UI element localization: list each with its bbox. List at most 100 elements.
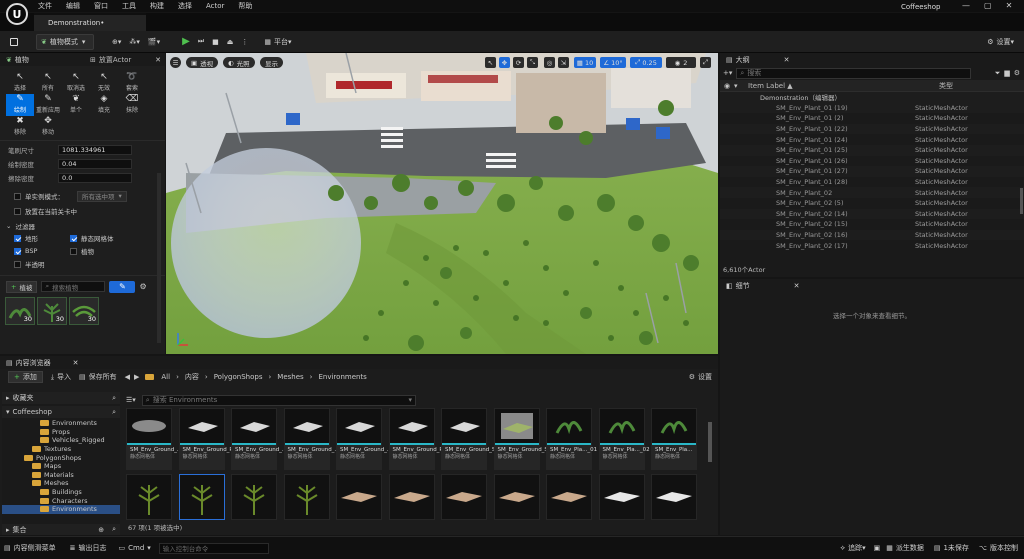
platform-button[interactable]: ▦ 平台 ▾ bbox=[260, 34, 295, 50]
outliner-row[interactable]: SM_Env_Plant_01 (2) StaticMeshActor bbox=[720, 113, 1024, 124]
add-icon[interactable]: +▾ bbox=[723, 69, 732, 77]
tool-paint[interactable]: ✎ 绘制 bbox=[6, 94, 34, 116]
breadcrumb-polygonshops[interactable]: PolygonShops bbox=[214, 373, 263, 381]
world-space-icon[interactable]: ◎ bbox=[544, 57, 555, 68]
perspective-button[interactable]: ▣ 透视 bbox=[186, 57, 219, 68]
filter-static-mesh[interactable]: 静态网格体 bbox=[70, 233, 140, 243]
outliner-row[interactable]: SM_Env_Plant_02 (14) StaticMeshActor bbox=[720, 208, 1024, 220]
folder-tree-item[interactable]: Environments bbox=[2, 504, 120, 514]
foliage-type-1[interactable]: 30 bbox=[5, 297, 35, 325]
brush-size-input[interactable]: 1081.334961 bbox=[58, 145, 132, 155]
filter-bsp[interactable]: BSP bbox=[14, 246, 70, 256]
asset-scrollbar[interactable] bbox=[708, 422, 712, 462]
paint-density-input[interactable]: 0.04 bbox=[58, 159, 132, 169]
play-options-icon[interactable]: ⋮ bbox=[237, 34, 252, 50]
asset-tile[interactable]: SM_Env_Ground_Pan... 静态网格体 bbox=[178, 408, 245, 470]
filter-icon[interactable]: ⏷ bbox=[995, 69, 1001, 78]
outliner-row[interactable]: SM_Env_Plant_01 (26) StaticMeshActor bbox=[720, 156, 1024, 167]
asset-tile[interactable] bbox=[493, 474, 540, 520]
outliner-row[interactable]: SM_Env_Plant_02 (15) StaticMeshActor bbox=[720, 219, 1024, 230]
asset-tile[interactable] bbox=[126, 474, 172, 520]
folder-tree-item[interactable]: Meshes bbox=[2, 479, 120, 488]
breadcrumb-environments[interactable]: Environments bbox=[318, 373, 366, 381]
folder-tree-item[interactable]: Characters bbox=[2, 496, 120, 505]
breadcrumb-meshes[interactable]: Meshes bbox=[277, 373, 303, 381]
asset-tile[interactable] bbox=[546, 474, 592, 520]
tool-single[interactable]: ❦ 单个 bbox=[62, 94, 90, 116]
collections-header[interactable]: ▸ 集合 ⊕ ⌕ bbox=[2, 524, 120, 535]
folder-tree-item[interactable]: Materials bbox=[2, 471, 120, 480]
asset-tile[interactable]: SM_Env_Ground_... 静态网格体 bbox=[126, 408, 182, 470]
import-button[interactable]: ⤓ 导入 bbox=[51, 372, 71, 382]
translate-icon[interactable]: ✥ bbox=[499, 57, 510, 68]
tool-fill[interactable]: ◈ 填充 bbox=[90, 94, 118, 116]
back-icon[interactable]: ◀ bbox=[125, 373, 130, 381]
tool-deselect[interactable]: ↖ 取消选 bbox=[62, 72, 90, 94]
eject-icon[interactable]: ⏏ bbox=[223, 34, 238, 50]
select-mode-icon[interactable]: ↖ bbox=[485, 57, 496, 68]
close-icon[interactable]: ✕ bbox=[794, 282, 800, 290]
asset-tile[interactable]: SM_Env_Pla... 静态网格体 bbox=[651, 408, 697, 470]
close-icon[interactable]: ✕ bbox=[1006, 1, 1013, 10]
column-item-label[interactable]: Item Label ▲ bbox=[748, 82, 939, 90]
asset-tile[interactable] bbox=[231, 474, 277, 520]
single-instance-dropdown[interactable]: 所有选中项 ▾ bbox=[77, 190, 127, 202]
close-icon[interactable]: ✕ bbox=[784, 56, 790, 64]
menu-file[interactable]: 文件 bbox=[38, 1, 52, 11]
favorites-header[interactable]: ▸ 收藏夹 ⌕ bbox=[2, 392, 120, 404]
tool-erase[interactable]: ⌫ 抹除 bbox=[118, 94, 146, 116]
grid-snap-button[interactable]: ▦ 10 bbox=[574, 57, 596, 68]
derived-data-button[interactable]: ▦ 派生数据 bbox=[886, 543, 924, 553]
folder-add-icon[interactable]: ▆ bbox=[1004, 69, 1009, 77]
settings-button[interactable]: ⚙ 设置 ▾ bbox=[983, 34, 1018, 50]
asset-search-input[interactable]: ⌕ 搜索 Environments ▾ bbox=[141, 394, 416, 406]
breadcrumb-content[interactable]: 内容 bbox=[185, 372, 199, 382]
folder-tree-item[interactable]: Vehicles_Rigged bbox=[2, 436, 120, 445]
play-icon[interactable]: ▶ bbox=[178, 34, 194, 50]
add-icon[interactable]: ⊕ bbox=[98, 526, 104, 534]
menu-window[interactable]: 窗口 bbox=[94, 1, 108, 11]
breadcrumb-all[interactable]: All bbox=[161, 373, 170, 381]
rotate-icon[interactable]: ⟳ bbox=[513, 57, 524, 68]
menu-build[interactable]: 构建 bbox=[150, 1, 164, 11]
save-icon[interactable] bbox=[6, 34, 22, 50]
maximize-icon[interactable]: ▢ bbox=[984, 1, 992, 10]
place-current-checkbox[interactable] bbox=[14, 207, 21, 215]
paint-toggle-button[interactable]: ✎ bbox=[109, 280, 136, 293]
blueprint-icon[interactable]: ⁂▾ bbox=[125, 34, 144, 50]
search-icon[interactable]: ⌕ bbox=[112, 408, 116, 417]
minimize-icon[interactable]: — bbox=[962, 1, 970, 10]
foliage-search-input[interactable]: ⌕ 搜索植物 bbox=[41, 281, 106, 292]
erase-density-input[interactable]: 0.0 bbox=[58, 173, 132, 183]
filter-icon[interactable]: ☰▾ bbox=[126, 396, 136, 404]
trace-button[interactable]: ⟡ 追踪 ▾ bbox=[840, 543, 865, 553]
close-icon[interactable]: ✕ bbox=[73, 359, 79, 367]
outliner-row[interactable]: SM_Env_Plant_01 (19) StaticMeshActor bbox=[720, 102, 1024, 114]
tab-place-actor[interactable]: ⊞ 放置Actor bbox=[84, 55, 131, 65]
folder-tree-item[interactable]: Buildings bbox=[2, 488, 120, 497]
outliner-row[interactable]: SM_Env_Plant_01 (22) StaticMeshActor bbox=[720, 123, 1024, 135]
asset-tile[interactable]: SM_Env_Ground_... 静态网格体 bbox=[231, 408, 287, 470]
outliner-row[interactable]: SM_Env_Plant_02 StaticMeshActor bbox=[720, 187, 1024, 198]
outliner-search-input[interactable]: ⌕ 搜索 bbox=[736, 67, 972, 79]
outliner-scrollbar[interactable] bbox=[1020, 188, 1023, 214]
lit-button[interactable]: ◐ 光照 bbox=[223, 57, 255, 68]
search-icon[interactable]: ⌕ bbox=[112, 525, 116, 534]
add-content-button[interactable]: + 添加 bbox=[8, 371, 43, 383]
outliner-row[interactable]: SM_Env_Plant_01 (28) StaticMeshActor bbox=[720, 177, 1024, 188]
source-control-button[interactable]: ⌥ 版本控制 bbox=[979, 543, 1018, 553]
single-instance-checkbox[interactable] bbox=[14, 192, 21, 200]
foliage-type-2[interactable]: 30 bbox=[37, 297, 67, 325]
asset-tile[interactable] bbox=[441, 474, 487, 520]
cinematics-icon[interactable]: 🎬▾ bbox=[144, 34, 164, 50]
add-foliage-button[interactable]: + 植被 bbox=[6, 280, 38, 293]
menu-tools[interactable]: 工具 bbox=[122, 1, 136, 11]
tab-foliage[interactable]: ❦ 植物 bbox=[6, 55, 84, 65]
folder-tree-item[interactable]: Textures bbox=[2, 445, 120, 454]
scale-snap-button[interactable]: ⤢ 0.25 bbox=[630, 57, 662, 68]
search-icon[interactable]: ⌕ bbox=[112, 394, 116, 403]
menu-actor[interactable]: Actor bbox=[206, 2, 224, 10]
vr-icon[interactable]: ▣ bbox=[874, 544, 881, 552]
column-type[interactable]: 类型 bbox=[939, 81, 953, 91]
show-button[interactable]: 显示 bbox=[260, 57, 283, 68]
